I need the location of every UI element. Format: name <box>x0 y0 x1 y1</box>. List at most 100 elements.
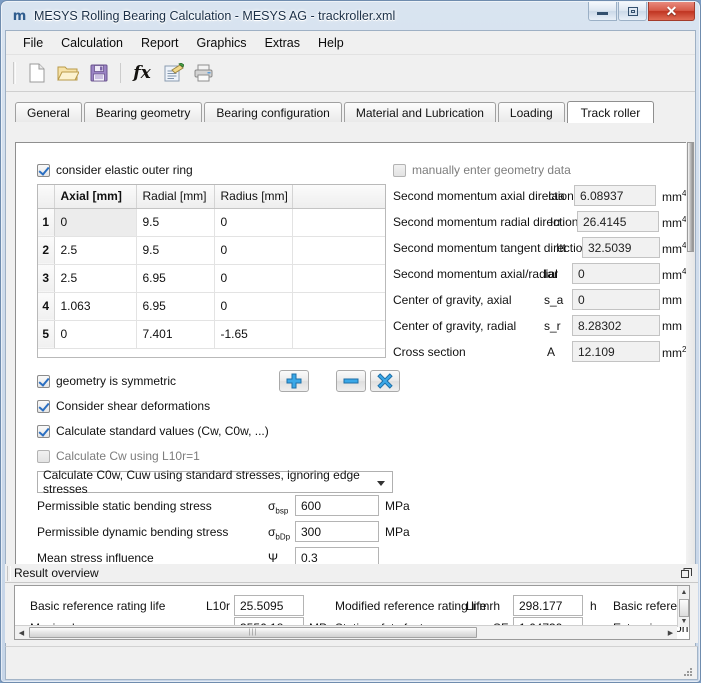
cell-spare <box>292 264 385 292</box>
result-overview-dock: Result overview Basic reference rating l… <box>5 564 698 643</box>
remove-row-button[interactable] <box>336 370 366 392</box>
cross-section-field[interactable]: 12.109 <box>572 341 660 362</box>
open-file-button[interactable] <box>54 59 82 87</box>
minus-icon <box>343 373 359 389</box>
cell-radius[interactable]: 0 <box>214 292 292 320</box>
scroll-right-icon[interactable]: ▶ <box>664 626 677 639</box>
cell-radius[interactable]: 0 <box>214 264 292 292</box>
consider-shear-deformations-checkbox[interactable]: Consider shear deformations <box>37 399 210 413</box>
tab-track-roller[interactable]: Track roller <box>567 101 655 123</box>
report-icon <box>163 63 184 83</box>
table-header-radius[interactable]: Radius [mm] <box>214 185 292 208</box>
minimize-button[interactable] <box>588 2 617 21</box>
consider-elastic-outer-ring-checkbox[interactable]: consider elastic outer ring <box>37 163 193 177</box>
result-hscroll-thumb[interactable]: ||| <box>29 627 477 638</box>
table-row[interactable]: 4 1.063 6.95 0 <box>38 292 385 320</box>
table-row[interactable]: 1 0 9.5 0 <box>38 208 385 236</box>
permissible-dynamic-bending-stress-symbol: σbDp <box>268 525 290 541</box>
table-header-axial[interactable]: Axial [mm] <box>54 185 136 208</box>
table-row[interactable]: 2 2.5 9.5 0 <box>38 236 385 264</box>
page-scroll-thumb[interactable] <box>687 142 694 252</box>
page-vertical-scrollbar[interactable] <box>686 142 695 580</box>
close-button[interactable]: ✕ <box>648 2 695 21</box>
clear-rows-button[interactable] <box>370 370 400 392</box>
second-momentum-tangent-symbol: Itt <box>556 241 566 255</box>
calculation-mode-select[interactable]: Calculate C0w, Cuw using standard stress… <box>37 471 393 493</box>
cell-axial[interactable]: 2.5 <box>54 236 136 264</box>
maximize-button[interactable] <box>618 2 647 21</box>
basic-reference-rating-life-field[interactable]: 25.5095 <box>234 595 304 616</box>
window-controls: ✕ <box>588 2 695 21</box>
open-folder-icon <box>57 63 79 83</box>
scroll-up-icon[interactable]: ▲ <box>678 586 690 598</box>
menu-calculation[interactable]: Calculation <box>52 33 132 53</box>
cell-axial[interactable]: 0 <box>54 320 136 348</box>
cell-radial[interactable]: 6.95 <box>136 292 214 320</box>
cell-spare <box>292 236 385 264</box>
print-button[interactable] <box>190 59 218 87</box>
cell-axial[interactable]: 0 <box>54 208 136 236</box>
calculation-mode-value: Calculate C0w, Cuw using standard stress… <box>43 468 392 496</box>
cell-radius[interactable]: 0 <box>214 236 292 264</box>
dock-grip[interactable] <box>7 566 11 581</box>
cell-axial[interactable]: 2.5 <box>54 264 136 292</box>
chevron-down-icon <box>377 481 385 486</box>
menu-report[interactable]: Report <box>132 33 188 53</box>
scroll-left-icon[interactable]: ◀ <box>15 626 28 639</box>
second-momentum-axial-radial-field[interactable]: 0 <box>572 263 660 284</box>
center-gravity-axial-field[interactable]: 0 <box>572 289 660 310</box>
table-row[interactable]: 3 2.5 6.95 0 <box>38 264 385 292</box>
tab-loading[interactable]: Loading <box>498 102 565 122</box>
table-header-radial[interactable]: Radial [mm] <box>136 185 214 208</box>
result-vertical-scrollbar[interactable]: ▲ ▼ <box>677 586 689 627</box>
menu-help[interactable]: Help <box>309 33 353 53</box>
menu-graphics[interactable]: Graphics <box>188 33 256 53</box>
tab-bearing-geometry[interactable]: Bearing geometry <box>84 102 203 122</box>
report-button[interactable] <box>159 59 187 87</box>
calculate-cw-using-l10r-label: Calculate Cw using L10r=1 <box>56 449 200 463</box>
cell-radial[interactable]: 9.5 <box>136 236 214 264</box>
mean-stress-influence-label: Mean stress influence <box>37 551 154 565</box>
geometry-is-symmetric-checkbox[interactable]: geometry is symmetric <box>37 374 176 388</box>
cell-axial[interactable]: 1.063 <box>54 292 136 320</box>
menu-file[interactable]: File <box>14 33 52 53</box>
center-gravity-axial-label: Center of gravity, axial <box>393 293 512 307</box>
toolbar-grip[interactable] <box>13 62 16 84</box>
permissible-static-bending-stress-field[interactable]: 600 <box>295 495 379 516</box>
calculate-cw-using-l10r-checkbox[interactable]: Calculate Cw using L10r=1 <box>37 449 200 463</box>
calculate-button[interactable]: fx <box>128 59 156 87</box>
permissible-dynamic-bending-stress-field[interactable]: 300 <box>295 521 379 542</box>
save-file-button[interactable] <box>85 59 113 87</box>
table-row[interactable]: 5 0 7.401 -1.65 <box>38 320 385 348</box>
calculate-standard-values-checkbox[interactable]: Calculate standard values (Cw, C0w, ...) <box>37 424 269 438</box>
second-momentum-axial-field[interactable]: 6.08937 <box>574 185 656 206</box>
new-file-button[interactable] <box>23 59 51 87</box>
second-momentum-tangent-field[interactable]: 32.5039 <box>582 237 660 258</box>
restore-panel-icon[interactable] <box>681 568 692 579</box>
cell-radial[interactable]: 6.95 <box>136 264 214 292</box>
manually-enter-geometry-data-checkbox[interactable]: manually enter geometry data <box>393 163 571 177</box>
maximize-icon <box>628 7 638 16</box>
tab-material-and-lubrication[interactable]: Material and Lubrication <box>344 102 496 122</box>
add-row-button[interactable] <box>279 370 309 392</box>
modified-reference-rating-life-field[interactable]: 298.177 <box>513 595 583 616</box>
cell-radial[interactable]: 7.401 <box>136 320 214 348</box>
geometry-table[interactable]: Axial [mm] Radial [mm] Radius [mm] 1 0 9… <box>37 184 386 358</box>
tab-bearing-configuration[interactable]: Bearing configuration <box>204 102 341 122</box>
tab-general[interactable]: General <box>15 102 82 122</box>
cell-radius[interactable]: 0 <box>214 208 292 236</box>
table-header-row: Axial [mm] Radial [mm] Radius [mm] <box>38 185 385 208</box>
center-gravity-radial-field[interactable]: 8.28302 <box>572 315 660 336</box>
geometry-is-symmetric-label: geometry is symmetric <box>56 374 176 388</box>
result-horizontal-scrollbar[interactable]: ◀ ||| ▶ <box>15 625 677 639</box>
cell-radius[interactable]: -1.65 <box>214 320 292 348</box>
save-floppy-icon <box>89 63 109 83</box>
title-bar: m MESYS Rolling Bearing Calculation - ME… <box>5 2 696 30</box>
scroll-down-icon[interactable]: ▼ <box>678 615 690 627</box>
checkbox-unchecked-icon <box>393 164 406 177</box>
menu-extras[interactable]: Extras <box>256 33 309 53</box>
resize-grip-icon[interactable] <box>682 665 694 677</box>
cell-radial[interactable]: 9.5 <box>136 208 214 236</box>
second-momentum-radial-field[interactable]: 26.4145 <box>577 211 659 232</box>
hscroll-track[interactable]: ||| <box>28 626 664 639</box>
